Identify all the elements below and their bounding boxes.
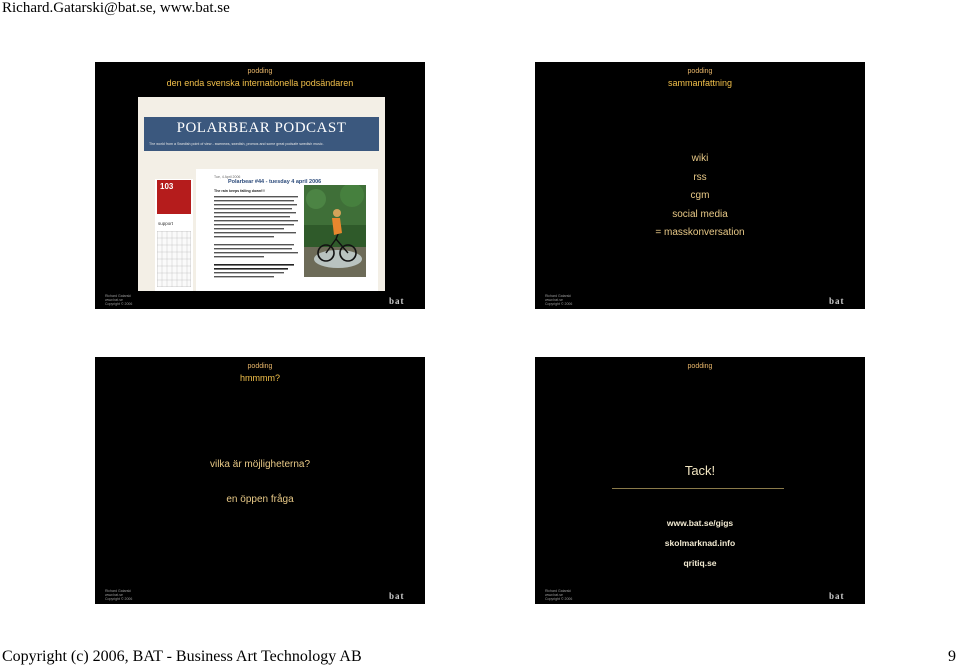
list-item: wiki	[691, 153, 709, 164]
cyclist-photo	[304, 185, 366, 277]
slide-1: podding den enda svenska internationella…	[95, 62, 425, 309]
question-subtext: en öppen fråga	[226, 494, 294, 505]
svg-text:bat: bat	[389, 296, 405, 305]
radio-logo: 103	[157, 180, 191, 214]
podcast-post: Tue, 4 April 2006 Polarbear #44 - tuesda…	[196, 169, 378, 291]
divider	[612, 488, 784, 489]
link-item[interactable]: qritiq.se	[535, 553, 865, 573]
bat-logo-icon: bat	[829, 591, 845, 600]
slide-3: podding hmmmm? vilka är möjligheterna? e…	[95, 357, 425, 604]
slide-title: hmmmm?	[240, 373, 280, 383]
summary-list: wiki rss cgm social media = masskonversa…	[535, 150, 865, 243]
support-label: support	[158, 221, 174, 226]
post-subtitle: The rain keeps falling down!!!	[214, 189, 265, 193]
post-body-text-lines	[214, 196, 298, 278]
page-number: 9	[948, 648, 956, 665]
svg-text:bat: bat	[829, 296, 845, 305]
link-item[interactable]: www.bat.se/gigs	[535, 513, 865, 533]
slide-label: podding	[687, 363, 713, 370]
link-item[interactable]: skolmarknad.info	[535, 533, 865, 553]
podcast-sidebar: 103 support	[155, 179, 193, 291]
link-list: www.bat.se/gigs skolmarknad.info qritiq.…	[535, 513, 865, 573]
page-header: Richard.Gatarski@bat.se, www.bat.se	[2, 0, 230, 16]
slide-4: podding Tack! www.bat.se/gigs skolmarkna…	[535, 357, 865, 604]
list-item: cgm	[690, 190, 710, 201]
question-text: vilka är möjligheterna?	[209, 459, 311, 470]
calendar-grid-icon	[157, 231, 191, 287]
slide-footer-credit: Richard Gatarski www.bat.se Copyright © …	[105, 589, 133, 601]
slide-title: den enda svenska internationella podsänd…	[166, 78, 354, 88]
slide-label: podding	[687, 68, 713, 75]
svg-text:bat: bat	[389, 591, 405, 600]
bat-logo-icon: bat	[389, 591, 405, 600]
list-item: rss	[693, 171, 707, 183]
slide-footer-credit: Richard Gatarski www.bat.se Copyright © …	[545, 294, 573, 306]
slide-label: podding	[247, 68, 273, 75]
podcast-banner: POLARBEAR PODCAST The world from a Swedi…	[144, 117, 379, 151]
bat-logo-icon: bat	[829, 296, 845, 305]
slide-footer-credit: Richard Gatarski www.bat.se Copyright © …	[105, 294, 133, 306]
list-item: = masskonversation	[655, 227, 745, 238]
slide-footer-credit: Richard Gatarski www.bat.se Copyright © …	[545, 589, 573, 601]
bat-logo-icon: bat	[389, 296, 405, 305]
thanks-text: Tack!	[684, 463, 716, 478]
list-item: social media	[672, 208, 728, 220]
slide-2: podding sammanfattning wiki rss cgm soci…	[535, 62, 865, 309]
slide-label: podding	[247, 363, 273, 370]
podcast-banner-title: POLARBEAR PODCAST	[176, 120, 347, 136]
podcast-banner-subtitle: The world from a Swedish point of view -…	[149, 142, 324, 146]
slide-title: sammanfattning	[667, 78, 733, 88]
podcast-screenshot: POLARBEAR PODCAST The world from a Swedi…	[138, 97, 385, 291]
radio-logo-text: 103	[160, 182, 174, 191]
svg-text:bat: bat	[829, 591, 845, 600]
page-footer: Copyright (c) 2006, BAT - Business Art T…	[2, 648, 362, 665]
